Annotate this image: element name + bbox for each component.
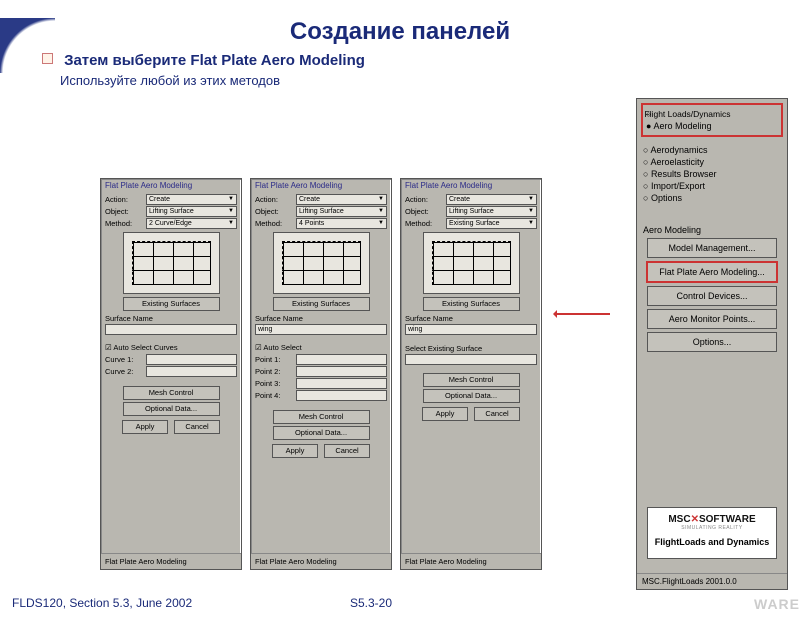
flightloads-sidebar: Flight Loads/Dynamics Aero Modeling Aero… (636, 98, 788, 590)
sidebar-footer: MSC.FlightLoads 2001.0.0 (637, 573, 787, 589)
apply-button[interactable]: Apply (422, 407, 468, 421)
group-title: Flight Loads/Dynamics (646, 109, 778, 119)
optional-data-button[interactable]: Optional Data... (123, 402, 220, 416)
msc-logo: MSC✕SOFTWARE SIMULATING REALITY FlightLo… (647, 507, 777, 559)
sub-bullet: Используйте любой из этих методов (60, 73, 800, 88)
mesh-control-button[interactable]: Mesh Control (423, 373, 520, 387)
panel-existing-surface: Flat Plate Aero Modeling Action:Create O… (400, 178, 542, 570)
footer-page: S5.3-20 (350, 596, 392, 610)
model-management-button[interactable]: Model Management... (647, 238, 777, 258)
point3-input[interactable] (296, 378, 387, 389)
action-label: Action: (105, 195, 143, 204)
select-existing-label: Select Existing Surface (405, 344, 537, 353)
mesh-control-button[interactable]: Mesh Control (273, 410, 370, 424)
auto-select-checkbox[interactable]: Auto Select (255, 343, 387, 352)
decorative-corner (0, 18, 55, 73)
select-existing-input[interactable] (405, 354, 537, 365)
point2-input[interactable] (296, 366, 387, 377)
method-dropdown[interactable]: 2 Curve/Edge (146, 218, 237, 229)
curve1-input[interactable] (146, 354, 237, 365)
bullet-text: Затем выберите Flat Plate Aero Modeling (64, 52, 365, 69)
surface-name-input[interactable] (105, 324, 237, 335)
panel-4points: Flat Plate Aero Modeling Action:Create O… (250, 178, 392, 570)
panel-title: Flat Plate Aero Modeling (401, 179, 541, 191)
panel-footer: Flat Plate Aero Modeling (251, 553, 391, 569)
auto-select-checkbox[interactable]: Auto Select Curves (105, 343, 237, 352)
preview-diagram (123, 232, 220, 294)
section-label: Aero Modeling (643, 225, 781, 235)
object-dropdown[interactable]: Lifting Surface (446, 206, 537, 217)
apply-button[interactable]: Apply (272, 444, 318, 458)
radio-aeroelasticity[interactable]: Aeroelasticity (643, 157, 781, 167)
method-dropdown[interactable]: 4 Points (296, 218, 387, 229)
action-dropdown[interactable]: Create (446, 194, 537, 205)
apply-button[interactable]: Apply (122, 420, 168, 434)
brand-watermark: WARE (754, 596, 800, 612)
slide-title: Создание панелей (0, 18, 800, 46)
panel-footer: Flat Plate Aero Modeling (401, 553, 541, 569)
existing-surfaces-button[interactable]: Existing Surfaces (273, 297, 370, 311)
radio-import-export[interactable]: Import/Export (643, 181, 781, 191)
radio-results-browser[interactable]: Results Browser (643, 169, 781, 179)
control-devices-button[interactable]: Control Devices... (647, 286, 777, 306)
aero-monitor-button[interactable]: Aero Monitor Points... (647, 309, 777, 329)
object-label: Object: (105, 207, 143, 216)
footer-left: FLDS120, Section 5.3, June 2002 (12, 596, 192, 610)
existing-surfaces-button[interactable]: Existing Surfaces (123, 297, 220, 311)
preview-diagram (423, 232, 520, 294)
preview-diagram (273, 232, 370, 294)
cancel-button[interactable]: Cancel (174, 420, 220, 434)
method-dropdown[interactable]: Existing Surface (446, 218, 537, 229)
panel-title: Flat Plate Aero Modeling (251, 179, 391, 191)
surface-name-input[interactable]: wing (405, 324, 537, 335)
cancel-button[interactable]: Cancel (324, 444, 370, 458)
radio-options[interactable]: Options (643, 193, 781, 203)
action-dropdown[interactable]: Create (296, 194, 387, 205)
existing-surfaces-button[interactable]: Existing Surfaces (423, 297, 520, 311)
surface-name-input[interactable]: wing (255, 324, 387, 335)
flat-plate-aero-button[interactable]: Flat Plate Aero Modeling... (646, 261, 778, 283)
callout-arrow (555, 313, 610, 315)
radio-aerodynamics[interactable]: Aerodynamics (643, 145, 781, 155)
method-label: Method: (105, 219, 143, 228)
mesh-control-button[interactable]: Mesh Control (123, 386, 220, 400)
cancel-button[interactable]: Cancel (474, 407, 520, 421)
point1-input[interactable] (296, 354, 387, 365)
radio-aero-modeling[interactable]: Aero Modeling (646, 121, 778, 131)
point4-input[interactable] (296, 390, 387, 401)
action-dropdown[interactable]: Create (146, 194, 237, 205)
options-button[interactable]: Options... (647, 332, 777, 352)
panel-2curve: Flat Plate Aero Modeling Action:Create O… (100, 178, 242, 570)
optional-data-button[interactable]: Optional Data... (423, 389, 520, 403)
curve2-input[interactable] (146, 366, 237, 377)
surface-name-label: Surface Name (105, 314, 237, 323)
object-dropdown[interactable]: Lifting Surface (296, 206, 387, 217)
object-dropdown[interactable]: Lifting Surface (146, 206, 237, 217)
bullet-row: Затем выберите Flat Plate Aero Modeling (42, 52, 800, 69)
panel-footer: Flat Plate Aero Modeling (101, 553, 241, 569)
panel-title: Flat Plate Aero Modeling (101, 179, 241, 191)
optional-data-button[interactable]: Optional Data... (273, 426, 370, 440)
module-selector-highlight: Flight Loads/Dynamics Aero Modeling (641, 103, 783, 137)
